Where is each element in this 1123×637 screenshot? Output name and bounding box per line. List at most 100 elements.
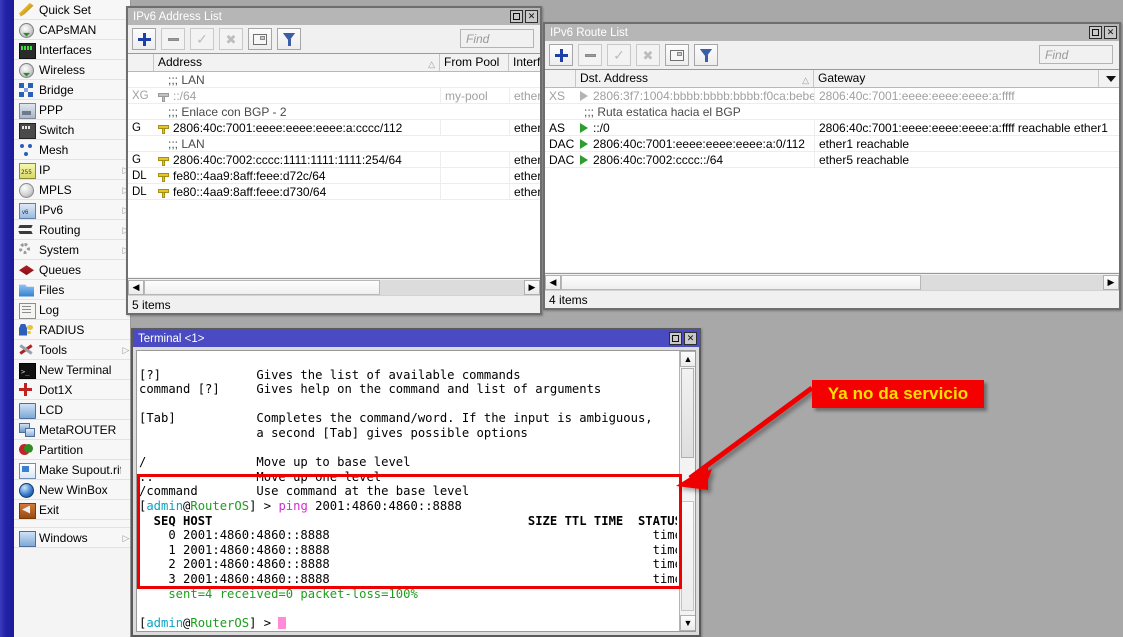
sidebar-item-dot1x[interactable]: Dot1X [14,380,131,400]
address-window-close-button[interactable]: ✕ [525,10,538,23]
route-enable-button[interactable]: ✓ [607,44,631,66]
scroll-right-arrow-icon[interactable]: ▶ [1103,275,1119,290]
address-pin-icon [158,123,169,134]
address-col-address[interactable]: Address △ [154,54,440,71]
terminal-maximize-button[interactable] [669,332,682,345]
address-hscrollbar[interactable]: ◀ ▶ [128,278,540,295]
terminal-close-button[interactable]: ✕ [684,332,697,345]
address-remove-button[interactable] [161,28,185,50]
sidebar-item-ppp[interactable]: PPP [14,100,131,120]
route-disable-button[interactable]: ✖ [636,44,660,66]
scroll-down-arrow-icon[interactable]: ▼ [680,615,696,631]
sidebar-item-new-winbox[interactable]: New WinBox [14,480,131,500]
ipv6-address-list-window[interactable]: IPv6 Address List ✕ ✓ ✖ Find Address △ F… [126,6,542,315]
sidebar-item-lcd[interactable]: LCD [14,400,131,420]
route-window-close-button[interactable]: ✕ [1104,26,1117,39]
row-address-cell: fe80::4aa9:8aff:feee:d72c/64 [154,168,440,183]
route-col-flags[interactable] [545,70,576,87]
address-col-frompool[interactable]: From Pool [440,54,509,71]
files-icon [18,282,35,298]
route-column-chooser-button[interactable] [1099,70,1119,87]
table-row[interactable]: ;;; Ruta estatica hacia el BGP [545,104,1119,120]
address-find-input[interactable]: Find [460,29,534,48]
table-row[interactable]: DLfe80::4aa9:8aff:feee:d730/64ether5 [128,184,540,200]
sidebar-item-capsman[interactable]: CAPsMAN [14,20,131,40]
sidebar-item-routing[interactable]: Routing▷ [14,220,131,240]
sidebar-item-interfaces[interactable]: Interfaces [14,40,131,60]
sidebar-item-windows[interactable]: Windows▷ [14,528,131,548]
sidebar-item-make-supout-rif[interactable]: Make Supout.rif [14,460,131,480]
address-hscroll-track[interactable] [144,280,524,295]
route-hscroll-track[interactable] [561,275,1103,290]
table-row[interactable]: DAC2806:40c:7002:cccc::/64ether5 reachab… [545,152,1119,168]
route-window-title: IPv6 Route List [550,27,1089,39]
address-window-titlebar[interactable]: IPv6 Address List ✕ [128,8,540,25]
sidebar-item-quick-set[interactable]: Quick Set [14,0,131,20]
terminal-titlebar[interactable]: Terminal <1> ✕ [133,330,699,347]
route-remove-button[interactable] [578,44,602,66]
terminal-window[interactable]: Terminal <1> ✕ [?] Gives the list of ava… [131,328,701,637]
route-find-input[interactable]: Find [1039,45,1113,64]
address-disable-button[interactable]: ✖ [219,28,243,50]
sidebar-item-ipv6[interactable]: IPv6▷ [14,200,131,220]
route-window-maximize-button[interactable] [1089,26,1102,39]
terminal-scroll-thumb-lower[interactable] [681,501,694,611]
sidebar-item-bridge[interactable]: Bridge [14,80,131,100]
address-hscroll-thumb[interactable] [144,280,380,295]
address-col-interface[interactable]: Interf [509,54,540,71]
sidebar-item-label: New WinBox [39,480,121,500]
ipv6-route-list-window[interactable]: IPv6 Route List ✕ ✓ ✖ Find Dst. Address … [543,22,1121,310]
address-comment-button[interactable] [248,28,272,50]
sidebar-item-wireless[interactable]: Wireless [14,60,131,80]
sidebar-item-mpls[interactable]: MPLS▷ [14,180,131,200]
table-row[interactable]: ;;; Enlace con BGP - 2 [128,104,540,120]
route-col-dst-address[interactable]: Dst. Address △ [576,70,814,87]
sidebar-item-switch[interactable]: Switch [14,120,131,140]
sidebar-item-ip[interactable]: IP▷ [14,160,131,180]
sidebar-item-partition[interactable]: Partition [14,440,131,460]
route-col-gateway[interactable]: Gateway [814,70,1099,87]
route-add-button[interactable] [549,44,573,66]
route-hscroll-thumb[interactable] [561,275,921,290]
table-row[interactable]: G2806:40c:7001:eeee:eeee:eeee:a:cccc/112… [128,120,540,136]
terminal-body[interactable]: [?] Gives the list of available commands… [136,350,696,632]
route-filter-button[interactable] [694,44,718,66]
sidebar-item-label: Routing [39,220,121,240]
sidebar-item-new-terminal[interactable]: New Terminal [14,360,131,380]
sidebar-item-log[interactable]: Log [14,300,131,320]
route-active-triangle-icon [580,123,588,133]
sidebar-item-metarouter[interactable]: MetaROUTER [14,420,131,440]
table-row[interactable]: ;;; LAN [128,136,540,152]
address-add-button[interactable] [132,28,156,50]
sidebar-item-queues[interactable]: Queues [14,260,131,280]
address-enable-button[interactable]: ✓ [190,28,214,50]
terminal-scroll-thumb-upper[interactable] [681,368,694,458]
table-row[interactable]: ;;; LAN [128,72,540,88]
row-address-cell: 2806:40c:7001:eeee:eeee:eeee:a:cccc/112 [154,120,440,135]
scroll-up-arrow-icon[interactable]: ▲ [680,351,696,367]
table-row[interactable]: XS2806:3f7:1004:bbbb:bbbb:bbbb:f0ca:bebe… [545,88,1119,104]
table-row[interactable]: AS::/02806:40c:7001:eeee:eeee:eeee:a:fff… [545,120,1119,136]
table-row[interactable]: DLfe80::4aa9:8aff:feee:d72c/64ether1 [128,168,540,184]
table-row[interactable]: XG::/64my-poolether5 [128,88,540,104]
table-row[interactable]: DAC2806:40c:7001:eeee:eeee:eeee:a:0/112e… [545,136,1119,152]
terminal-vscrollbar[interactable]: ▲ ▼ [679,351,695,631]
address-filter-button[interactable] [277,28,301,50]
sidebar-item-tools[interactable]: Tools▷ [14,340,131,360]
sidebar-item-radius[interactable]: RADIUS [14,320,131,340]
sidebar-item-mesh[interactable]: Mesh [14,140,131,160]
sidebar-item-exit[interactable]: Exit [14,500,131,520]
scroll-left-arrow-icon[interactable]: ◀ [128,280,144,295]
table-row[interactable]: G2806:40c:7002:cccc:1111:1111:1111:254/6… [128,152,540,168]
sort-ascending-icon: △ [802,72,809,87]
address-pin-icon [158,187,169,198]
sidebar-item-system[interactable]: System▷ [14,240,131,260]
scroll-left-arrow-icon[interactable]: ◀ [545,275,561,290]
scroll-right-arrow-icon[interactable]: ▶ [524,280,540,295]
address-window-maximize-button[interactable] [510,10,523,23]
route-window-titlebar[interactable]: IPv6 Route List ✕ [545,24,1119,41]
sidebar-item-files[interactable]: Files [14,280,131,300]
route-comment-button[interactable] [665,44,689,66]
address-col-flags[interactable] [128,54,154,71]
route-hscrollbar[interactable]: ◀ ▶ [545,273,1119,290]
